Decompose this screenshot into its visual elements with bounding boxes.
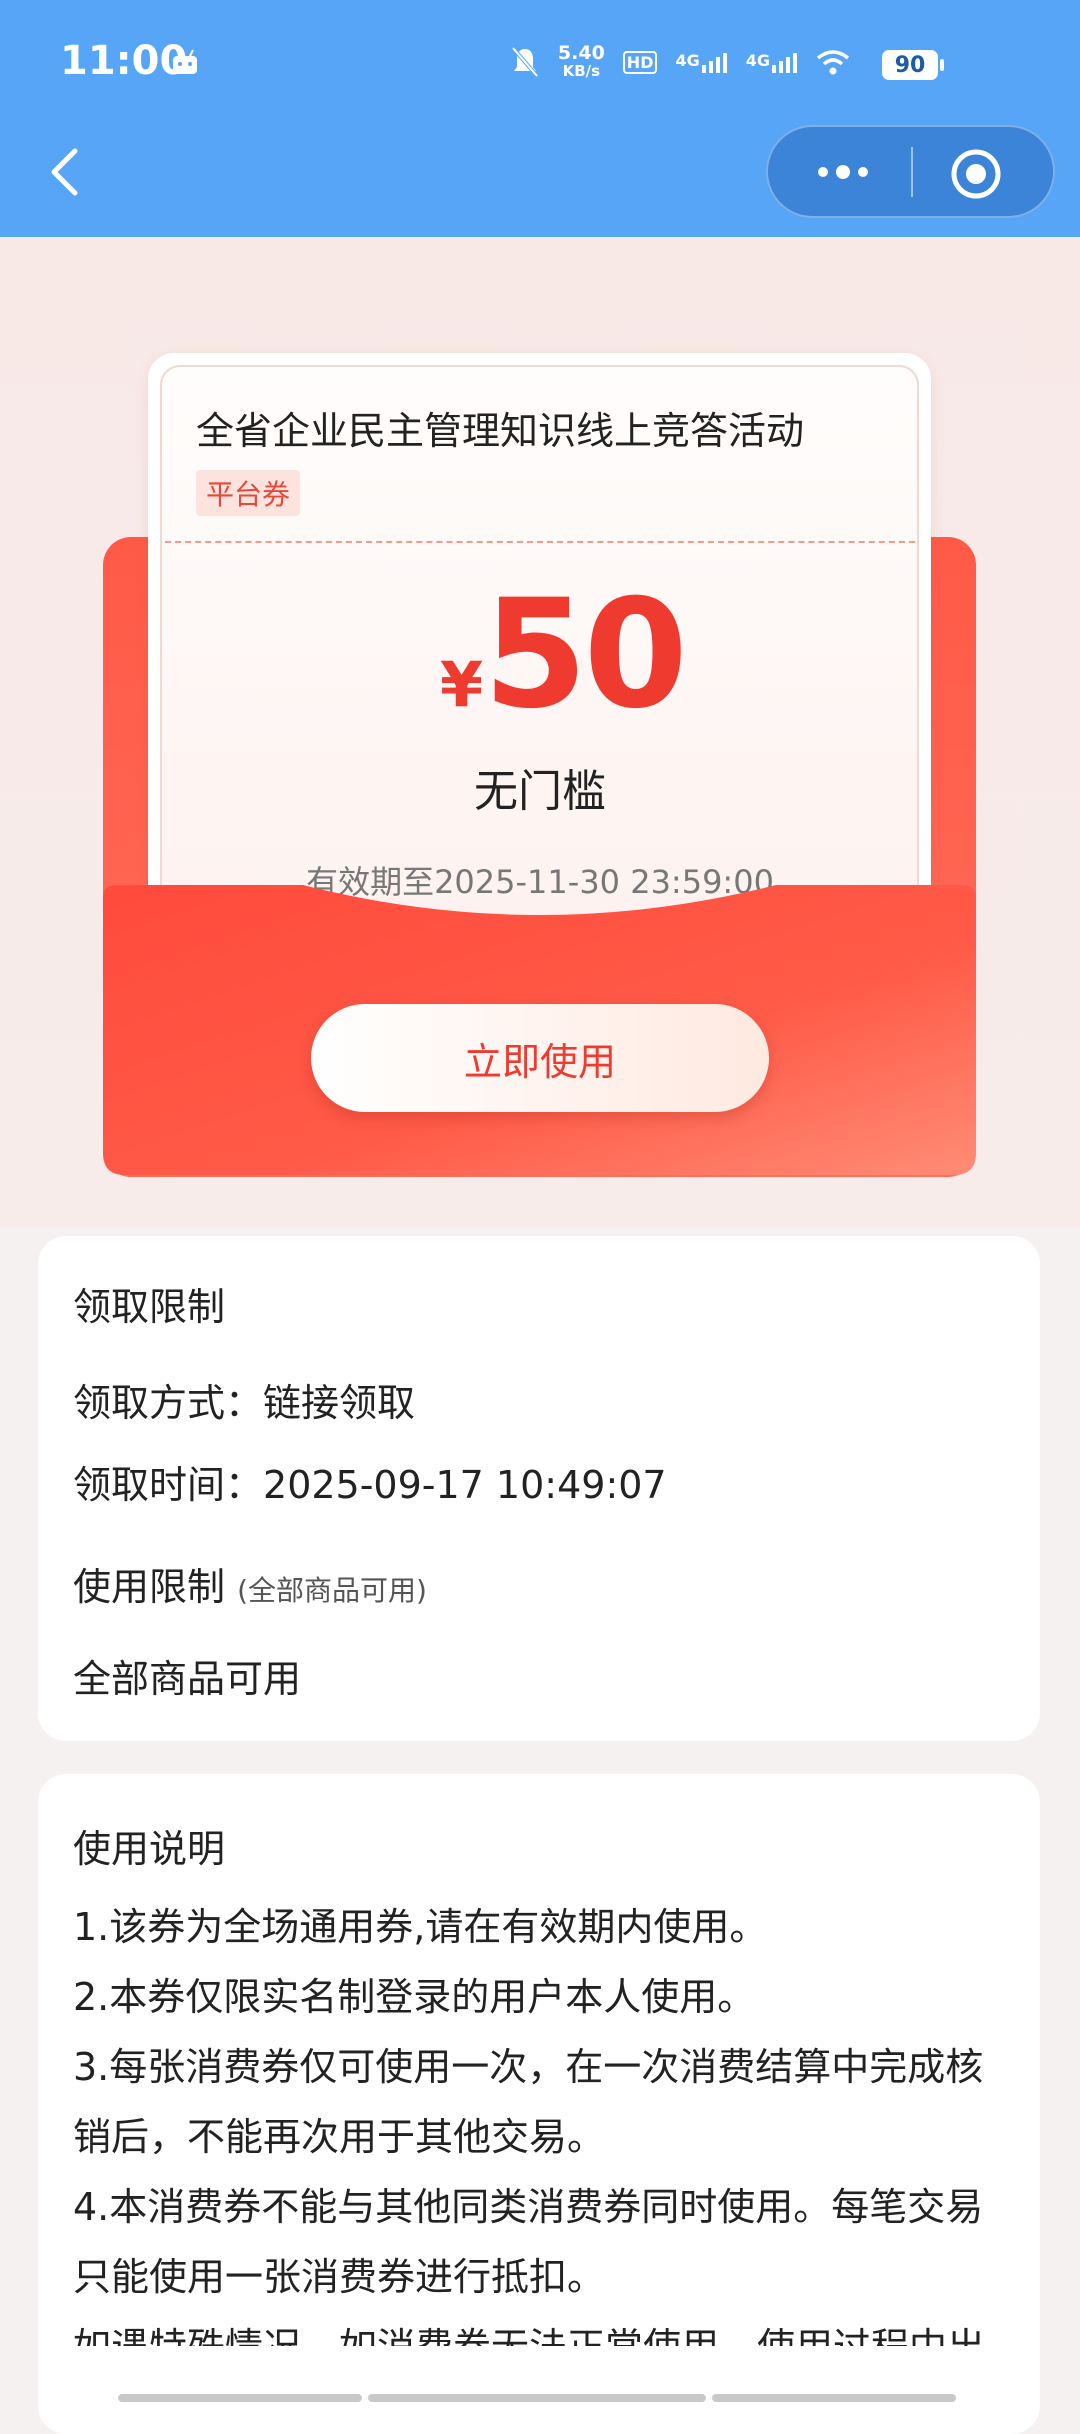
- claim-method-row: 领取方式：链接领取: [73, 1372, 415, 1427]
- signal-bars-icon: [701, 53, 727, 73]
- home-indicator-segment: [712, 2394, 956, 2402]
- usage-limit-row: 使用限制 (全部商品可用): [73, 1556, 427, 1611]
- claim-limits-heading: 领取限制: [73, 1285, 226, 1329]
- instructions-heading: 使用说明: [73, 1827, 226, 1871]
- instruction-line: 如遇特殊情况，如消费券无法正常使用，使用过程中出: [73, 2312, 1010, 2346]
- claim-time-label: 领取时间：: [73, 1463, 264, 1507]
- more-dot-center: [836, 165, 850, 179]
- coupon-divider: [165, 541, 915, 543]
- instruction-line: 1.该券为全场通用券,请在有效期内使用。: [73, 1905, 768, 1949]
- signal-4g-2-label: 4G: [745, 51, 770, 70]
- usage-limit-heading: 使用限制: [73, 1565, 226, 1609]
- chevron-left-icon: [51, 148, 78, 196]
- instruction-line: 4.本消费券不能与其他同类消费券同时使用。每笔交易: [73, 2185, 984, 2229]
- status-icons: 5.40 KB/s HD 4G 4G: [510, 40, 850, 84]
- claim-time-value: 2025-09-17 10:49:07: [263, 1463, 667, 1507]
- target-close-icon: [951, 149, 1001, 199]
- net-speed-value: 5.40: [557, 42, 605, 64]
- instruction-line: 2.本券仅限实名制登录的用户本人使用。: [73, 1975, 756, 2019]
- signal-bars-icon: [772, 53, 797, 73]
- net-speed-unit: KB/s: [562, 62, 601, 80]
- coupon-threshold: 无门槛: [474, 766, 606, 817]
- claim-limits-panel: 领取限制 领取方式：链接领取 领取时间：2025-09-17 10:49:07 …: [38, 1236, 1040, 1741]
- signal-4g-1: 4G: [675, 51, 727, 73]
- coupon-price: ¥50: [440, 580, 688, 730]
- more-button[interactable]: [788, 139, 898, 205]
- capsule-divider: [911, 147, 913, 197]
- claim-time-row: 领取时间：2025-09-17 10:49:07: [73, 1454, 667, 1509]
- battery-indicator: 90: [882, 50, 944, 80]
- instruction-line: 销后，不能再次用于其他交易。: [73, 2115, 606, 2159]
- close-button[interactable]: [946, 145, 1006, 203]
- mini-program-capsule: [766, 125, 1055, 218]
- wifi-icon: [816, 50, 850, 75]
- net-speed: 5.40 KB/s: [557, 42, 605, 81]
- usage-limit-value: 全部商品可用: [73, 1657, 302, 1701]
- top-bar: 11:00 5.40 KB/s HD 4G 4G 90: [0, 0, 1080, 237]
- claim-method-value: 链接领取: [263, 1381, 416, 1425]
- instruction-line: 只能使用一张消费券进行抵扣。: [73, 2255, 606, 2299]
- claim-method-label: 领取方式：: [73, 1381, 264, 1425]
- platform-tag: 平台券: [196, 470, 301, 516]
- use-now-button[interactable]: 立即使用: [311, 1004, 769, 1112]
- home-indicator: [118, 2394, 962, 2402]
- more-dots-icon: [818, 167, 828, 177]
- home-indicator-segment: [118, 2394, 362, 2402]
- more-dot-right: [858, 167, 868, 177]
- signal-4g-1-label: 4G: [675, 51, 700, 70]
- home-indicator-segment: [368, 2394, 706, 2402]
- instructions-panel: 使用说明 1.该券为全场通用券,请在有效期内使用。 2.本券仅限实名制登录的用户…: [38, 1774, 1040, 2434]
- usage-limit-note: (全部商品可用): [237, 1574, 427, 1607]
- currency-symbol: ¥: [440, 648, 484, 721]
- back-button[interactable]: [36, 140, 92, 204]
- instruction-line: 3.每张消费券仅可使用一次，在一次消费结算中完成核: [73, 2045, 984, 2089]
- coupon-title: 全省企业民主管理知识线上竞答活动: [196, 409, 805, 453]
- mute-bell-icon: [511, 46, 539, 78]
- android-robot-icon: [173, 49, 197, 74]
- hd-badge: HD: [622, 50, 658, 74]
- coupon-amount: 50: [483, 568, 688, 742]
- signal-4g-2: 4G: [746, 51, 798, 73]
